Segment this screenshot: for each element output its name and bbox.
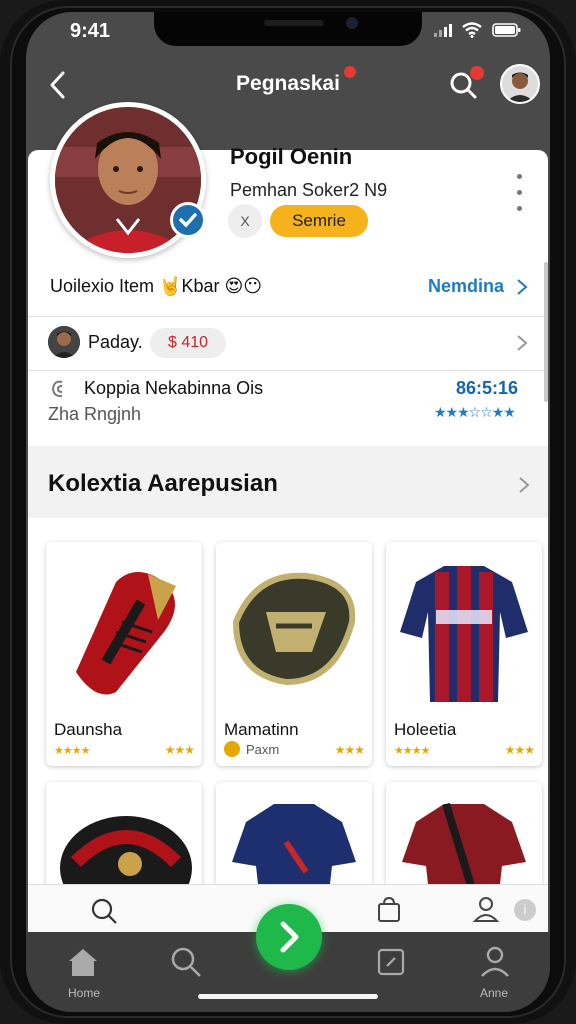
price-chip: $ 410	[150, 328, 226, 358]
search-icon[interactable]	[90, 897, 118, 925]
items-grid: Daunsha ★★★★ ★★★ Mamatinn Paxm ★★★ Holee…	[28, 518, 548, 902]
item-name: Daunsha	[54, 720, 123, 739]
notch	[154, 12, 422, 46]
jersey-image	[386, 542, 542, 712]
gloves-image	[46, 542, 202, 712]
item-name: Mamatinn	[224, 720, 299, 739]
collection-label: Uoilexio Item 🤘Kbar 😍😶	[50, 276, 263, 296]
home-icon[interactable]	[66, 946, 100, 978]
location-icon	[51, 380, 63, 398]
wifi-icon	[462, 22, 482, 38]
item-rating: ★★★	[164, 743, 195, 757]
home-indicator	[198, 994, 378, 999]
profile-subtitle: Pemhan Soker2 N9	[230, 180, 388, 200]
score-value: 86:5:16	[456, 378, 519, 398]
section-title: Kolextia Aarepusian	[48, 470, 278, 497]
divider	[28, 370, 548, 371]
item-rating: ★★★	[334, 743, 365, 757]
follow-button[interactable]: Semrie	[270, 205, 368, 237]
bag-icon[interactable]	[376, 895, 402, 923]
battery-icon	[492, 23, 521, 37]
search-icon[interactable]	[170, 946, 202, 978]
collection-link[interactable]: Nemdina	[428, 276, 504, 297]
speaker	[264, 20, 324, 26]
front-camera	[346, 17, 358, 29]
seller-avatar	[48, 326, 80, 358]
rating-stars: ★★★☆☆★★	[434, 404, 516, 420]
signal-icon	[434, 23, 452, 37]
verified-badge-icon	[170, 202, 206, 238]
item-name: Holeetia	[394, 720, 457, 739]
avatar[interactable]	[500, 64, 540, 104]
item-subtitle: Paxm	[246, 742, 280, 757]
top-bar: Pegnaskai	[26, 60, 550, 110]
nav-label-profile: Anne	[480, 986, 509, 1000]
next-button[interactable]	[256, 904, 322, 970]
nav-label-home: Home	[68, 986, 101, 1000]
tag-icon[interactable]	[376, 946, 406, 978]
coin-icon	[224, 741, 240, 757]
item-card[interactable]: Holeetia ★★★★ ★★★	[386, 542, 542, 766]
scrollbar[interactable]	[544, 262, 548, 402]
notification-dot	[344, 66, 356, 78]
chevron-right-icon[interactable]	[516, 334, 528, 352]
profile-name: Pogil Oenin	[230, 144, 353, 169]
chevron-right-icon[interactable]	[518, 476, 530, 494]
search-badge	[470, 66, 484, 80]
user-icon[interactable]	[472, 895, 500, 923]
collection-section-header[interactable]: Kolextia Aarepusian	[28, 446, 548, 518]
more-options-icon[interactable]	[514, 174, 524, 232]
screen: 9:41 Pegnaskai Pogil Oenin Pemhan Soker2…	[26, 12, 550, 1012]
price-label: Paday.	[88, 332, 143, 352]
status-icons	[434, 22, 522, 38]
phone-frame: 9:41 Pegnaskai Pogil Oenin Pemhan Soker2…	[0, 0, 576, 1024]
armband-image	[216, 542, 372, 712]
info-icon[interactable]: i	[514, 899, 536, 921]
chevron-right-icon[interactable]	[516, 278, 528, 296]
location-line1: Koppia Nekabinna Ois	[84, 378, 264, 398]
item-rating: ★★★★	[394, 745, 430, 757]
item-card[interactable]: Daunsha ★★★★ ★★★	[46, 542, 202, 766]
profile-icon[interactable]	[478, 944, 512, 978]
item-card[interactable]: Mamatinn Paxm ★★★	[216, 542, 372, 766]
status-time: 9:41	[70, 20, 111, 42]
share-button[interactable]: X	[228, 204, 262, 238]
item-rating: ★★★★	[54, 745, 90, 757]
item-rating: ★★★	[504, 743, 535, 757]
location-line2: Zha Rngjnh	[48, 404, 142, 424]
divider	[28, 316, 548, 317]
